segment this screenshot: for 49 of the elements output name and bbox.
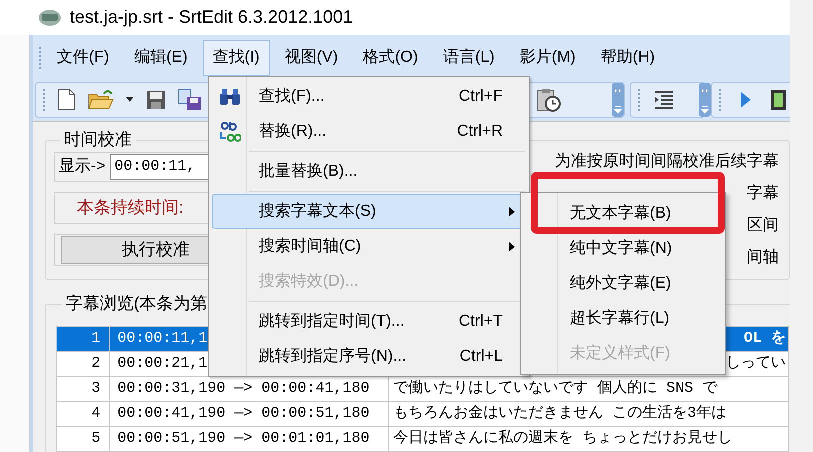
table-cell: 2 [56,352,110,376]
menu-item[interactable]: 纯中文字幕(N) [524,231,722,266]
toolbar-options-icon[interactable] [612,82,624,116]
table-cell: 今日は皆さんに私の週末を ちょっとだけお見せし [388,426,788,452]
toolbar-options-icon[interactable] [699,82,711,116]
instruction-text: 字幕 [747,184,779,204]
menu-bar-item[interactable]: 视图(V) [274,40,348,76]
save-as-icon[interactable] [178,88,202,110]
menu-bar-item[interactable]: 文件(F) [47,40,120,76]
menu-bar-item[interactable]: 语言(L) [433,40,505,76]
toolbar-grip-icon[interactable] [718,88,722,112]
field-label: 显示-> [59,157,106,177]
window-title: test.ja-jp.srt - SrtEdit 6.3.2012.1001 [70,6,354,29]
instruction-text: 间轴 [747,248,779,268]
submenu-arrow-icon [509,206,515,216]
table-cell: 4 [56,402,110,426]
new-document-icon[interactable] [58,88,76,110]
toolbar-grip-icon[interactable] [637,88,641,112]
submenu-arrow-icon [509,242,515,252]
menu-bar-item[interactable]: 查找(I) [202,40,270,76]
instruction-text: 为准按原时间间隔校准后续字幕 [555,152,779,172]
menu-bar-item[interactable]: 影片(M) [510,40,586,76]
open-folder-icon[interactable] [88,88,114,110]
table-cell: 5 [56,426,110,452]
menu-bar-item[interactable]: 格式(O) [353,40,428,76]
binoculars-icon [219,88,241,106]
clipboard-clock-icon[interactable] [536,86,562,112]
menu-item[interactable]: 替换(R)... Ctrl+R [212,114,526,149]
app-icon [38,8,62,28]
table-cell: 00:00:41,190 —> 00:00:51,180 [109,402,389,426]
menu-item[interactable]: 纯外文字幕(E) [524,266,722,301]
toolbar-grip-icon[interactable] [42,88,46,112]
menu-bar-item[interactable]: 帮助(H) [590,40,666,76]
menu-bar-item[interactable]: 编辑(E) [124,40,198,76]
indent-list-icon[interactable] [653,88,675,110]
caret-icon[interactable] [126,96,134,102]
table-cell: 3 [56,376,110,402]
replace-icon [219,120,241,144]
instruction-text: 区间 [747,216,779,236]
film-strip-icon[interactable] [770,88,786,110]
group-title: 时间校准 [63,130,133,150]
toolbar-grip-icon[interactable] [38,46,42,70]
play-icon[interactable] [740,90,752,108]
group-title: 字幕浏览(本条为第 [65,294,209,314]
table-cell: 1 [56,326,110,352]
table-cell: もちろんお金はいただきません この生活を3年は [388,402,788,426]
menu-item[interactable]: 批量替换(B)... [212,154,526,189]
duration-label: 本条持续时间: [77,197,184,220]
table-cell: 00:00:51,190 —> 00:01:01,180 [109,426,389,452]
